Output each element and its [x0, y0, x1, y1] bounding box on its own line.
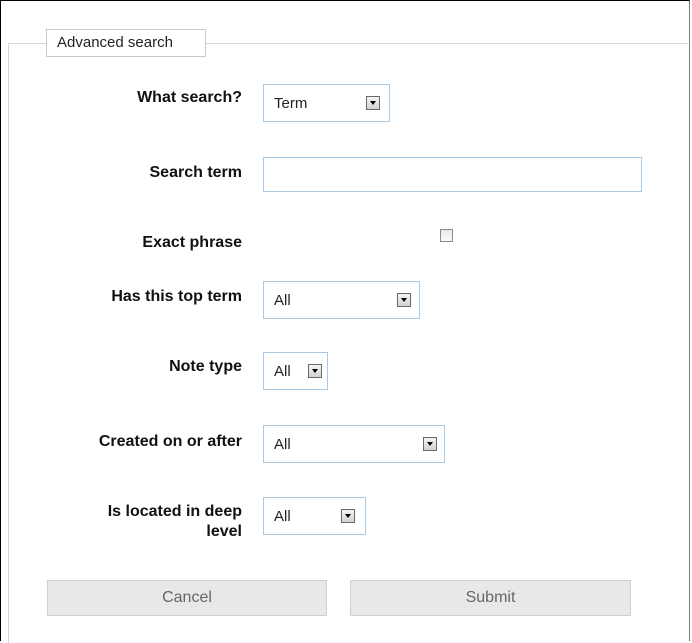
what-search-label: What search? [137, 89, 242, 106]
search-term-label: Search term [149, 164, 243, 181]
what-search-select[interactable]: Term [263, 84, 390, 122]
dropdown-arrow-icon[interactable] [423, 437, 437, 451]
created-after-select[interactable]: All [263, 425, 445, 463]
deep-level-value: All [274, 508, 291, 525]
advanced-search-fieldset [8, 43, 691, 643]
exact-phrase-label: Exact phrase [142, 234, 242, 251]
note-type-value: All [274, 363, 291, 380]
search-term-input[interactable] [263, 157, 642, 192]
dropdown-arrow-icon[interactable] [397, 293, 411, 307]
deep-level-label: Is located in deep level [108, 502, 242, 542]
created-after-value: All [274, 436, 291, 453]
top-term-select[interactable]: All [263, 281, 420, 319]
deep-level-select[interactable]: All [263, 497, 366, 535]
created-after-label: Created on or after [98, 433, 242, 450]
cancel-button[interactable]: Cancel [47, 580, 327, 616]
top-term-label: Has this top term [111, 288, 242, 305]
note-type-select[interactable]: All [263, 352, 328, 390]
exact-phrase-checkbox[interactable] [440, 229, 453, 242]
top-term-value: All [274, 292, 291, 309]
note-type-label: Note type [169, 358, 242, 375]
deep-level-label-line2: level [206, 523, 242, 540]
what-search-value: Term [274, 95, 308, 112]
deep-level-label-line1: Is located in deep [107, 503, 242, 520]
dropdown-arrow-icon[interactable] [308, 364, 322, 378]
dropdown-arrow-icon[interactable] [341, 509, 355, 523]
fieldset-legend: Advanced search [46, 29, 206, 57]
submit-button[interactable]: Submit [350, 580, 631, 616]
dropdown-arrow-icon[interactable] [366, 96, 380, 110]
